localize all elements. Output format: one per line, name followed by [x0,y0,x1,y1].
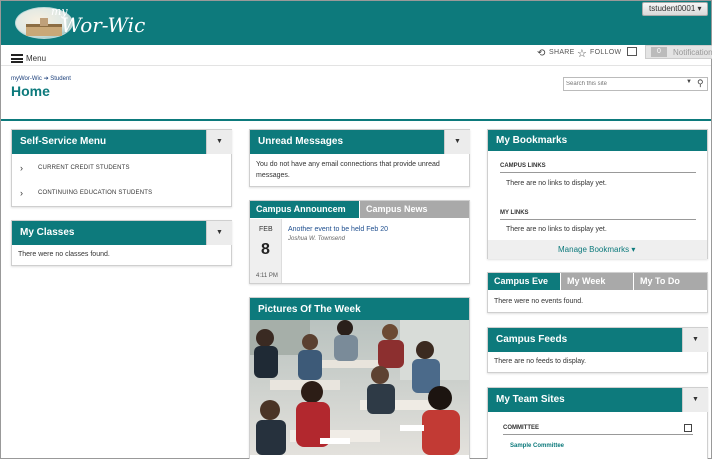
logo-name-text: Wor-Wic [61,13,146,37]
event-time: 4:11 PM [256,273,278,279]
self-service-menu-title: Self-Service Menu [12,130,206,154]
unread-messages-panel: Unread Messages ▼ You do not have any em… [249,129,470,187]
my-bookmarks-title: My Bookmarks [488,130,707,151]
page-title: Home [11,83,50,99]
my-team-sites-panel: My Team Sites ▼ COMMITTEE Sample Committ… [487,387,708,459]
search-box[interactable]: ▼ ⚲ [563,77,708,91]
announcement-author: Joshua W. Townsend [288,236,345,242]
search-scope-dropdown-icon[interactable]: ▼ [686,79,692,85]
tab-campus-news[interactable]: Campus News [360,201,469,218]
self-service-item[interactable]: CONTINUING EDUCATION STUDENTS [38,190,152,196]
tab-my-week[interactable]: My Week [561,273,633,290]
events-panel: Campus Eve My Week My To Do There were n… [487,272,708,313]
menu-label[interactable]: Menu [26,54,46,63]
unread-messages-title: Unread Messages [250,130,444,154]
tab-my-to-do[interactable]: My To Do [634,273,707,290]
search-input[interactable] [566,79,676,89]
tab-campus-announcements[interactable]: Campus Announcem [250,201,359,218]
divider [1,65,711,66]
chevron-down-icon[interactable]: ▼ [206,221,232,245]
chevron-down-icon[interactable]: ▼ [444,130,470,154]
share-button[interactable]: SHARE [549,49,575,56]
tab-campus-events[interactable]: Campus Eve [488,273,560,290]
site-card-icon[interactable] [684,424,692,432]
announcement-link[interactable]: Another event to be held Feb 20 [288,226,388,233]
manage-bookmarks-link[interactable]: Manage Bookmarks ▾ [558,245,635,254]
divider [500,172,696,173]
my-links-empty: There are no links to display yet. [506,226,607,233]
pictures-panel: Pictures Of The Week [249,297,470,459]
user-menu-button[interactable]: tstudent0001 ▾ [642,2,708,16]
my-classes-title: My Classes [12,221,206,245]
self-service-item[interactable]: CURRENT CREDIT STUDENTS [38,165,130,171]
building-icon [26,18,62,36]
chevron-right-icon: › [20,163,23,173]
follow-button[interactable]: FOLLOW [590,49,621,56]
breadcrumb: myWor-Wic ➔ Student [11,75,71,82]
breadcrumb-home-link[interactable]: myWor-Wic [11,76,42,82]
unread-message-text-cont: messages. [256,172,290,179]
chevron-right-icon: › [20,188,23,198]
campus-links-heading: CAMPUS LINKS [500,163,546,169]
notification-count-badge: 0 [651,47,667,57]
no-events-text: There were no events found. [494,298,584,305]
pictures-title: Pictures Of The Week [250,298,469,322]
header-accent-line [1,119,711,121]
event-day: 8 [261,241,270,258]
breadcrumb-current[interactable]: Student [50,76,71,82]
my-bookmarks-panel: My Bookmarks CAMPUS LINKS There are no l… [487,129,708,259]
star-icon[interactable]: ☆ [577,47,587,60]
divider [500,219,696,220]
campus-feeds-panel: Campus Feeds ▼ There are no feeds to dis… [487,327,708,373]
unread-message-text: You do not have any email connections th… [256,161,440,168]
event-month: FEB [259,226,273,233]
campus-feeds-title: Campus Feeds [488,328,682,352]
share-icon[interactable]: ⟲ [537,48,545,59]
committee-heading: COMMITTEE [503,425,539,431]
chevron-down-icon[interactable]: ▼ [206,130,232,154]
breadcrumb-arrow-icon: ➔ [43,76,49,82]
sample-committee-link[interactable]: Sample Committee [510,443,564,449]
my-links-heading: MY LINKS [500,210,529,216]
mywor-wic-logo[interactable]: my Wor-Wic [15,5,145,43]
chevron-down-icon[interactable]: ▼ [682,388,708,412]
my-classes-panel: My Classes ▼ There were no classes found… [11,220,232,266]
hamburger-menu-icon[interactable] [11,54,23,63]
search-icon[interactable]: ⚲ [697,78,704,89]
campus-links-empty: There are no links to display yet. [506,180,607,187]
no-classes-text: There were no classes found. [18,251,110,258]
my-team-sites-title: My Team Sites [488,388,682,412]
announcements-panel: Campus Announcem Campus News FEB 8 4:11 … [249,200,470,284]
students-in-classroom-photo [250,320,469,455]
focus-content-icon[interactable] [627,47,637,56]
divider [503,434,693,435]
self-service-menu-panel: Self-Service Menu ▼ › CURRENT CREDIT STU… [11,129,232,207]
chevron-down-icon[interactable]: ▼ [682,328,708,352]
no-feeds-text: There are no feeds to display. [494,358,587,365]
notification-label[interactable]: Notification [673,48,712,57]
